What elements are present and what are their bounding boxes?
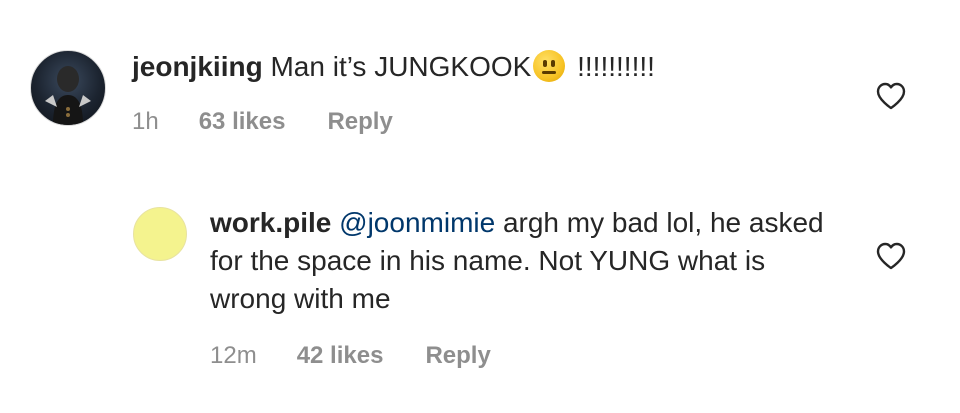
- username[interactable]: work.pile: [210, 207, 331, 238]
- comment-meta: 12m 42 likes Reply: [210, 342, 491, 370]
- mention-link[interactable]: @joonmimie: [339, 207, 495, 238]
- comment-text: work.pile @joonmimie argh my bad lol, he…: [210, 204, 830, 318]
- username[interactable]: jeonjkiing: [132, 51, 263, 82]
- timestamp[interactable]: 12m: [210, 342, 257, 370]
- heart-icon[interactable]: [876, 82, 906, 110]
- heart-icon[interactable]: [876, 242, 906, 270]
- avatar[interactable]: [133, 207, 187, 261]
- comment-meta: 1h 63 likes Reply: [132, 108, 393, 136]
- likes-count[interactable]: 63 likes: [199, 108, 286, 136]
- comment-body-suffix: !!!!!!!!!!: [569, 51, 655, 82]
- avatar-photo: [45, 66, 91, 125]
- comment-jeonjkiing: jeonjkiing Man it’s JUNGKOOK !!!!!!!!!! …: [0, 48, 960, 148]
- avatar[interactable]: [30, 50, 106, 126]
- likes-count[interactable]: 42 likes: [297, 342, 384, 370]
- comment-body: Man it’s JUNGKOOK: [270, 51, 532, 82]
- comment-text: jeonjkiing Man it’s JUNGKOOK !!!!!!!!!!: [132, 48, 812, 86]
- timestamp[interactable]: 1h: [132, 108, 159, 136]
- comment-work-pile: work.pile @joonmimie argh my bad lol, he…: [0, 200, 960, 390]
- neutral-face-emoji: [533, 50, 566, 82]
- reply-button[interactable]: Reply: [327, 108, 392, 136]
- reply-button[interactable]: Reply: [425, 342, 490, 370]
